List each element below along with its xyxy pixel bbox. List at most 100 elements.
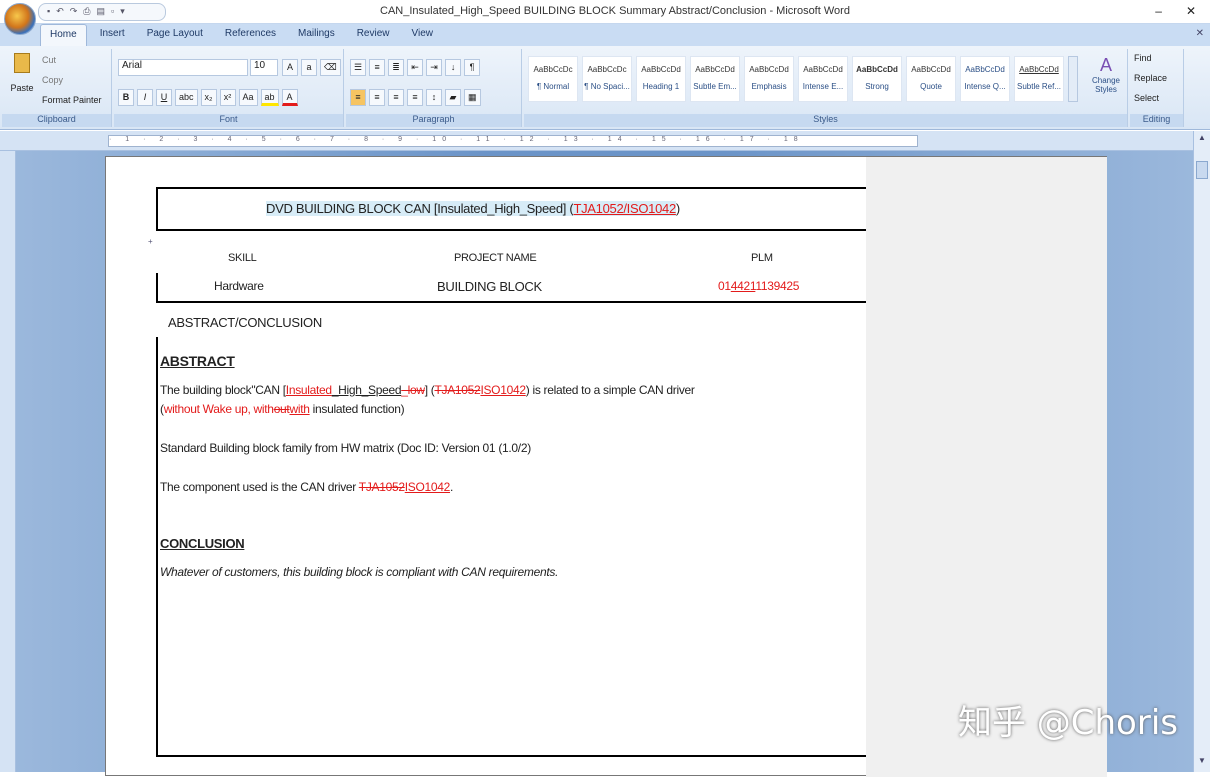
header-title: DVD BUILDING BLOCK CAN [Insulated_High_S…: [266, 201, 680, 216]
scroll-down-icon[interactable]: ▼: [1194, 756, 1210, 770]
styles-scroll[interactable]: [1068, 56, 1078, 102]
font-name-select[interactable]: Arial: [118, 59, 248, 76]
style-emphasis[interactable]: AaBbCcDd Emphasis: [744, 56, 794, 102]
tab-mailings[interactable]: Mailings: [289, 24, 344, 46]
line-spacing-button[interactable]: ↕: [426, 89, 442, 106]
bullets-button[interactable]: ☰: [350, 59, 367, 76]
bold-button[interactable]: B: [118, 89, 134, 106]
clear-format-button[interactable]: ⌫: [320, 59, 341, 76]
tab-review[interactable]: Review: [348, 24, 399, 46]
tab-insert[interactable]: Insert: [91, 24, 134, 46]
center-button[interactable]: ≡: [369, 89, 385, 106]
increase-indent-button[interactable]: ⇥: [426, 59, 443, 76]
close-icon[interactable]: ✕: [1186, 4, 1196, 18]
align-right-button[interactable]: ≡: [388, 89, 404, 106]
align-left-button[interactable]: ≡: [350, 89, 366, 106]
change-styles-button[interactable]: A Change Styles: [1088, 55, 1124, 94]
vertical-scrollbar[interactable]: ▲ ▼: [1193, 131, 1210, 772]
bottom-border: [156, 755, 866, 757]
abstract-paragraph-4: The component used is the CAN driver TJA…: [160, 480, 454, 494]
copy-button[interactable]: Copy: [42, 75, 63, 85]
shrink-font-button[interactable]: a: [301, 59, 317, 76]
superscript-button[interactable]: x²: [219, 89, 236, 106]
redo-icon[interactable]: ↷: [70, 6, 78, 18]
find-button[interactable]: Find: [1134, 53, 1152, 63]
style-strong[interactable]: AaBbCcDd Strong: [852, 56, 902, 102]
justify-button[interactable]: ≡: [407, 89, 423, 106]
open-icon[interactable]: ▤: [97, 6, 106, 18]
document-page[interactable]: DVD BUILDING BLOCK CAN [Insulated_High_S…: [105, 156, 1107, 777]
paste-button[interactable]: Paste: [10, 53, 34, 99]
italic-button[interactable]: I: [137, 89, 153, 106]
abstract-paragraph-2: (without Wake up, withoutwith insulated …: [160, 402, 405, 416]
undo-icon[interactable]: ↶: [56, 6, 64, 18]
style-subtle-reference[interactable]: AaBbCcDd Subtle Ref...: [1014, 56, 1064, 102]
numbering-button[interactable]: ≡: [369, 59, 386, 76]
quick-access-toolbar[interactable]: ▪ ↶ ↷ ⎙ ▤ ▫ ▾: [38, 3, 166, 21]
office-button[interactable]: [4, 3, 36, 35]
style-no-spacing[interactable]: AaBbCcDc ¶ No Spaci...: [582, 56, 632, 102]
style-quote[interactable]: AaBbCcDd Quote: [906, 56, 956, 102]
shading-button[interactable]: ▰: [445, 89, 461, 106]
font-group-label: Font: [114, 114, 343, 127]
ribbon: Paste Cut Copy Format Painter Clipboard …: [0, 46, 1210, 130]
strikethrough-button[interactable]: abc: [175, 89, 198, 106]
tab-home[interactable]: Home: [40, 24, 87, 46]
paste-icon: [14, 53, 30, 73]
select-button[interactable]: Select: [1134, 93, 1159, 103]
decrease-indent-button[interactable]: ⇤: [407, 59, 424, 76]
style-normal[interactable]: AaBbCcDc ¶ Normal: [528, 56, 578, 102]
style-heading-1[interactable]: AaBbCcDd Heading 1: [636, 56, 686, 102]
abstract-paragraph-3: Standard Building block family from HW m…: [160, 441, 531, 455]
minimize-icon[interactable]: –: [1155, 4, 1162, 18]
font-size-select[interactable]: 10: [250, 59, 278, 76]
styles-group: AaBbCcDc ¶ Normal AaBbCcDc ¶ No Spaci... A…: [524, 49, 1128, 127]
grow-font-button[interactable]: A: [282, 59, 298, 76]
sort-button[interactable]: ↓: [445, 59, 462, 76]
subscript-button[interactable]: x₂: [200, 89, 217, 106]
plm-value: 0144211139425: [718, 279, 800, 293]
highlight-button[interactable]: ab: [260, 89, 279, 106]
save-icon[interactable]: ▪: [47, 6, 50, 18]
style-intense-emphasis[interactable]: AaBbCcDd Intense E...: [798, 56, 848, 102]
vertical-ruler[interactable]: [0, 151, 16, 772]
cut-button[interactable]: Cut: [42, 55, 56, 65]
page-margin-area: [866, 157, 1107, 777]
underline-button[interactable]: U: [156, 89, 172, 106]
clipboard-group: Paste Cut Copy Format Painter Clipboard: [2, 49, 112, 127]
style-subtle-emphasis[interactable]: AaBbCcDd Subtle Em...: [690, 56, 740, 102]
format-painter-button[interactable]: Format Painter: [42, 95, 102, 105]
ribbon-close-icon[interactable]: ✕: [1196, 28, 1204, 39]
window-title: CAN_Insulated_High_Speed BUILDING BLOCK …: [380, 5, 850, 17]
customize-icon[interactable]: ▾: [120, 6, 125, 18]
left-border: [156, 337, 158, 757]
font-color-button[interactable]: A: [281, 89, 298, 106]
scroll-thumb[interactable]: [1196, 161, 1208, 179]
table-move-handle[interactable]: +: [148, 237, 153, 246]
header-plm: PLM: [751, 252, 773, 264]
new-icon[interactable]: ▫: [111, 6, 114, 18]
multilevel-button[interactable]: ≣: [388, 59, 405, 76]
print-icon[interactable]: ⎙: [83, 6, 90, 18]
change-styles-icon: A: [1099, 55, 1112, 75]
skill-value: Hardware: [214, 279, 264, 293]
header-skill: SKILL: [228, 252, 257, 264]
scroll-up-icon[interactable]: ▲: [1194, 133, 1210, 147]
ribbon-tabs: Home Insert Page Layout References Maili…: [0, 24, 1210, 46]
abstract-paragraph-1: The building block"CAN [Insulated_High_S…: [160, 383, 695, 397]
horizontal-ruler[interactable]: · 1 · 2 · 3 · 4 · 5 · 6 · 7 · 8 · 9 · 10…: [0, 131, 1210, 151]
replace-button[interactable]: Replace: [1134, 73, 1167, 83]
section-heading: ABSTRACT/CONCLUSION: [168, 315, 322, 330]
borders-button[interactable]: ▦: [464, 89, 481, 106]
style-intense-quote[interactable]: AaBbCcDd Intense Q...: [960, 56, 1010, 102]
change-case-button[interactable]: Aa: [238, 89, 258, 106]
tab-view[interactable]: View: [403, 24, 443, 46]
editing-group-label: Editing: [1130, 114, 1183, 127]
tab-page-layout[interactable]: Page Layout: [138, 24, 212, 46]
paragraph-group-label: Paragraph: [346, 114, 521, 127]
tab-references[interactable]: References: [216, 24, 285, 46]
title-bar: ▪ ↶ ↷ ⎙ ▤ ▫ ▾ CAN_Insulated_High_Speed BUILDIN…: [0, 0, 1210, 24]
watermark: 知乎 @Choris: [957, 703, 1178, 743]
show-marks-button[interactable]: ¶: [464, 59, 481, 76]
document-workspace: DVD BUILDING BLOCK CAN [Insulated_High_S…: [16, 151, 1193, 777]
